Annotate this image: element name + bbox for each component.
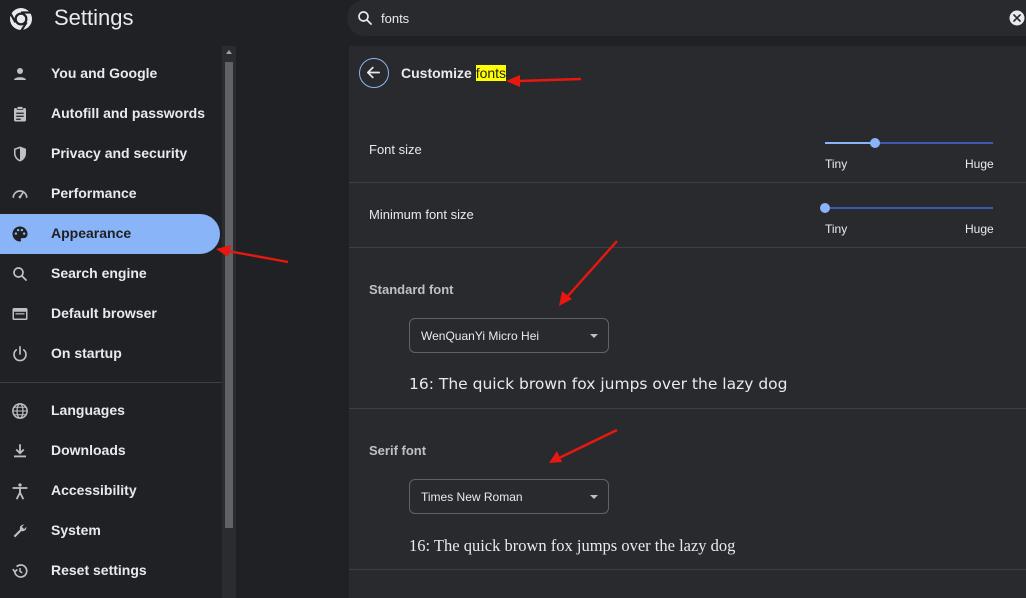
sidebar-item-accessibility[interactable]: Accessibility [0, 471, 220, 511]
standard-font-value: WenQuanYi Micro Hei [421, 329, 540, 343]
search-input[interactable] [381, 8, 981, 28]
sidebar-item-label: Search engine [51, 265, 147, 281]
wrench-icon [13, 524, 27, 538]
row-divider [349, 182, 1026, 183]
sidebar-item-label: You and Google [51, 65, 158, 81]
arrow-back-icon [366, 66, 381, 79]
min-font-size-label: Minimum font size [369, 207, 474, 222]
shield-icon [14, 146, 26, 162]
speedometer-icon [12, 190, 28, 199]
standard-font-select[interactable]: WenQuanYi Micro Hei [409, 318, 609, 353]
sidebar-item-label: Accessibility [51, 482, 137, 498]
sidebar-item-search-engine[interactable]: Search engine [0, 254, 220, 294]
power-icon [13, 346, 27, 362]
font-size-label: Font size [369, 142, 422, 157]
dropdown-caret-icon [590, 495, 598, 499]
font-size-slider-fill [825, 142, 876, 144]
sidebar-item-label: System [51, 522, 101, 538]
sidebar: You and Google Autofill and passwords Pr… [0, 46, 222, 598]
min-font-size-min-label: Tiny [825, 222, 848, 236]
serif-font-select[interactable]: Times New Roman [409, 479, 609, 514]
min-font-size-slider-thumb[interactable] [820, 203, 830, 213]
left-gutter [236, 46, 348, 598]
globe-icon [12, 403, 28, 419]
scroll-up-arrow-icon[interactable] [226, 50, 232, 54]
sidebar-item-label: Autofill and passwords [51, 105, 206, 121]
sidebar-item-performance[interactable]: Performance [0, 174, 220, 214]
min-font-size-max-label: Huge [965, 222, 994, 236]
accessibility-icon [12, 483, 28, 500]
serif-font-label: Serif font [369, 443, 427, 458]
sidebar-item-label: Performance [51, 185, 137, 201]
page-title: Customize fonts [401, 65, 507, 81]
sidebar-item-on-startup[interactable]: On startup [0, 334, 220, 374]
sidebar-item-label: Reset settings [51, 562, 147, 578]
page-title-prefix: Customize [401, 65, 476, 81]
row-divider [349, 408, 1026, 409]
sidebar-item-downloads[interactable]: Downloads [0, 431, 220, 471]
standard-font-label: Standard font [369, 282, 454, 297]
dropdown-caret-icon [590, 334, 598, 338]
sidebar-item-label: Downloads [51, 442, 126, 458]
sidebar-item-label: On startup [51, 345, 122, 361]
clear-search-icon[interactable] [1008, 9, 1026, 27]
palette-icon [12, 226, 28, 242]
sidebar-item-label: Default browser [51, 305, 157, 321]
sidebar-item-label: Languages [51, 402, 125, 418]
sidebar-item-appearance[interactable]: Appearance [0, 214, 220, 254]
font-size-max-label: Huge [965, 157, 994, 171]
sidebar-item-reset-settings[interactable]: Reset settings [0, 551, 220, 591]
font-size-min-label: Tiny [825, 157, 848, 171]
sidebar-item-privacy[interactable]: Privacy and security [0, 134, 220, 174]
search-icon [13, 267, 27, 281]
row-divider [349, 247, 1026, 248]
browser-window-icon [12, 308, 28, 320]
download-icon [14, 444, 26, 458]
row-divider [349, 569, 1026, 570]
search-icon [358, 11, 372, 25]
sidebar-item-languages[interactable]: Languages [0, 391, 220, 431]
sidebar-item-default-browser[interactable]: Default browser [0, 294, 220, 334]
app-title: Settings [54, 5, 134, 30]
back-button[interactable] [359, 58, 389, 88]
min-font-size-slider[interactable] [825, 207, 993, 209]
sidebar-item-label: Appearance [51, 225, 132, 241]
scrollbar-thumb[interactable] [225, 62, 233, 528]
standard-font-sample: 16: The quick brown fox jumps over the l… [409, 375, 788, 393]
serif-font-value: Times New Roman [421, 490, 523, 504]
sidebar-item-you-and-google[interactable]: You and Google [0, 54, 220, 94]
sidebar-divider [0, 382, 222, 383]
serif-font-sample: 16: The quick brown fox jumps over the l… [409, 536, 736, 555]
sidebar-item-system[interactable]: System [0, 511, 220, 551]
chrome-logo-icon [9, 8, 32, 31]
restore-icon [12, 564, 28, 578]
sidebar-item-autofill[interactable]: Autofill and passwords [0, 94, 220, 134]
clipboard-icon [14, 106, 26, 122]
person-icon [14, 68, 26, 80]
sidebar-item-label: Privacy and security [51, 145, 188, 161]
search-highlight: fonts [475, 65, 507, 81]
